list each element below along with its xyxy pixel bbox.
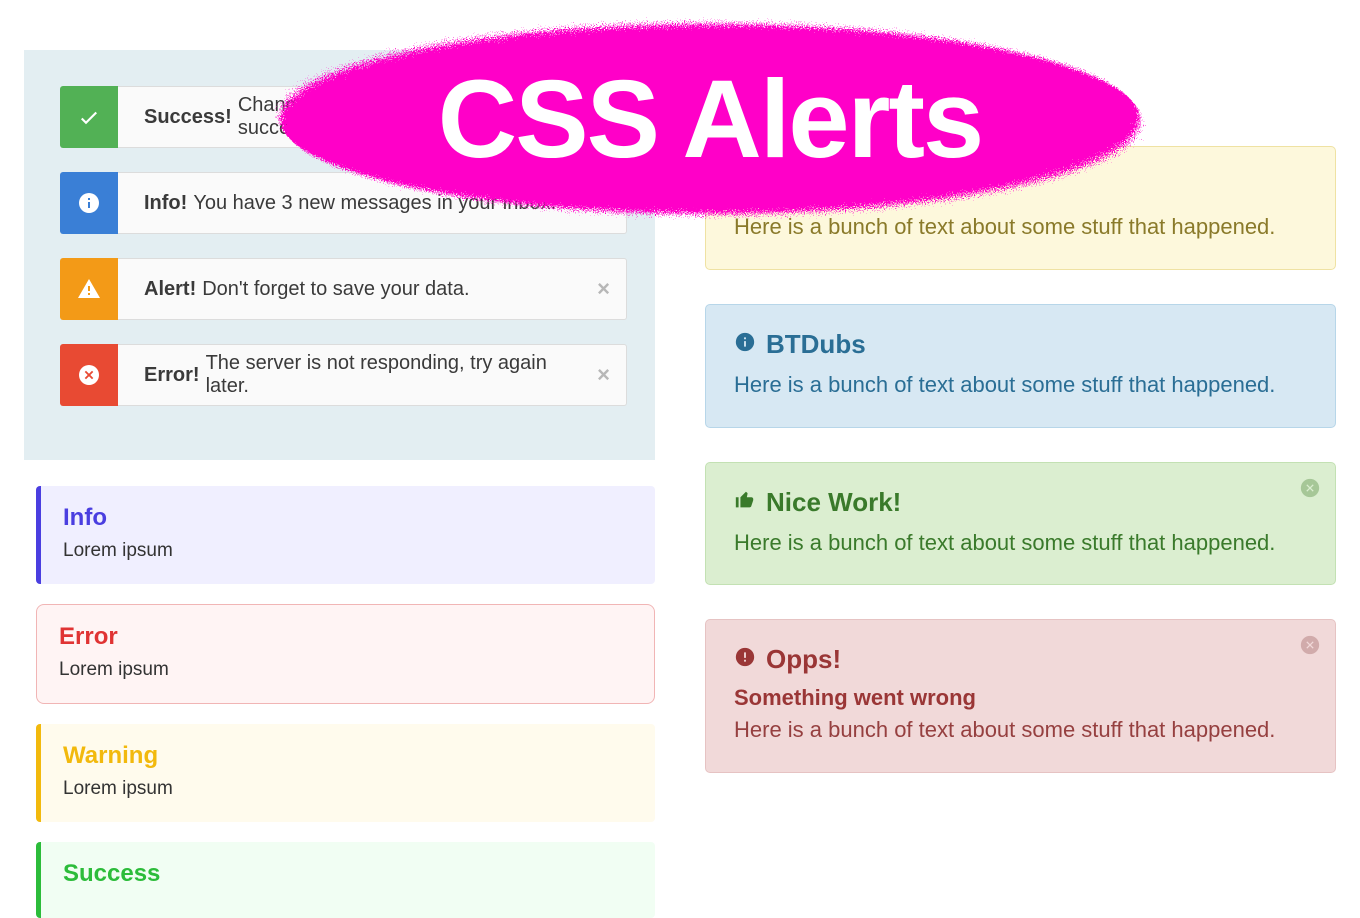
simple-alert-warning: Warning Lorem ipsum bbox=[36, 724, 655, 822]
rich-alert-warning: Heads Up! Here is a bunch of text about … bbox=[705, 146, 1336, 270]
simple-title: Warning bbox=[63, 742, 633, 770]
warning-icon bbox=[60, 258, 118, 320]
simple-alerts-panel: Info Lorem ipsum Error Lorem ipsum Warni… bbox=[24, 486, 655, 918]
rich-heading: Opps! bbox=[734, 644, 1307, 675]
alert-label: Info! bbox=[144, 192, 187, 215]
simple-title: Error bbox=[59, 623, 632, 651]
rich-text: Here is a bunch of text about some stuff… bbox=[734, 528, 1307, 559]
alert-label: Alert! bbox=[144, 278, 196, 301]
alert-text: You have 3 new messages in your inbox. bbox=[193, 192, 556, 215]
alert-text: Changes have been saved successfully. bbox=[238, 94, 580, 140]
alert-label: Success! bbox=[144, 106, 232, 129]
alert-label: Error! bbox=[144, 364, 200, 387]
close-icon[interactable]: × bbox=[597, 192, 610, 214]
alert-warning: Alert! Don't forget to save your data. × bbox=[60, 258, 627, 320]
rich-alert-info: BTDubs Here is a bunch of text about som… bbox=[705, 304, 1336, 428]
rich-text: Here is a bunch of text about some stuff… bbox=[734, 715, 1307, 746]
alert-info: Info! You have 3 new messages in your in… bbox=[60, 172, 627, 234]
simple-title: Success bbox=[63, 860, 633, 888]
rich-heading: Heads Up! bbox=[734, 171, 1307, 202]
rich-alert-success: Nice Work! Here is a bunch of text about… bbox=[705, 462, 1336, 586]
alert-error: Error! The server is not responding, try… bbox=[60, 344, 627, 406]
simple-text: Lorem ipsum bbox=[63, 778, 633, 800]
alert-text: The server is not responding, try again … bbox=[206, 352, 580, 398]
rich-heading: Nice Work! bbox=[734, 487, 1307, 518]
close-icon[interactable] bbox=[1299, 477, 1321, 504]
simple-title: Info bbox=[63, 504, 633, 532]
rich-alert-error: Opps! Something went wrong Here is a bun… bbox=[705, 619, 1336, 773]
close-icon[interactable] bbox=[1299, 634, 1321, 661]
error-icon bbox=[60, 344, 118, 406]
simple-alert-info: Info Lorem ipsum bbox=[36, 486, 655, 584]
close-icon[interactable]: × bbox=[597, 106, 610, 128]
icon-alerts-panel: Success! Changes have been saved success… bbox=[24, 50, 655, 460]
thumbs-up-icon bbox=[734, 487, 756, 518]
alert-success: Success! Changes have been saved success… bbox=[60, 86, 627, 148]
rich-text: Here is a bunch of text about some stuff… bbox=[734, 212, 1307, 243]
simple-text: Lorem ipsum bbox=[59, 659, 632, 681]
simple-text: Lorem ipsum bbox=[63, 540, 633, 562]
close-icon[interactable]: × bbox=[597, 278, 610, 300]
rich-subtitle: Something went wrong bbox=[734, 685, 1307, 711]
rich-heading: BTDubs bbox=[734, 329, 1307, 360]
info-icon bbox=[60, 172, 118, 234]
alert-text: Don't forget to save your data. bbox=[202, 278, 469, 301]
rich-text: Here is a bunch of text about some stuff… bbox=[734, 370, 1307, 401]
check-icon bbox=[60, 86, 118, 148]
info-icon bbox=[734, 329, 756, 360]
bell-icon bbox=[734, 171, 756, 202]
exclamation-icon bbox=[734, 644, 756, 675]
close-icon[interactable]: × bbox=[597, 364, 610, 386]
simple-alert-error: Error Lorem ipsum bbox=[36, 604, 655, 704]
